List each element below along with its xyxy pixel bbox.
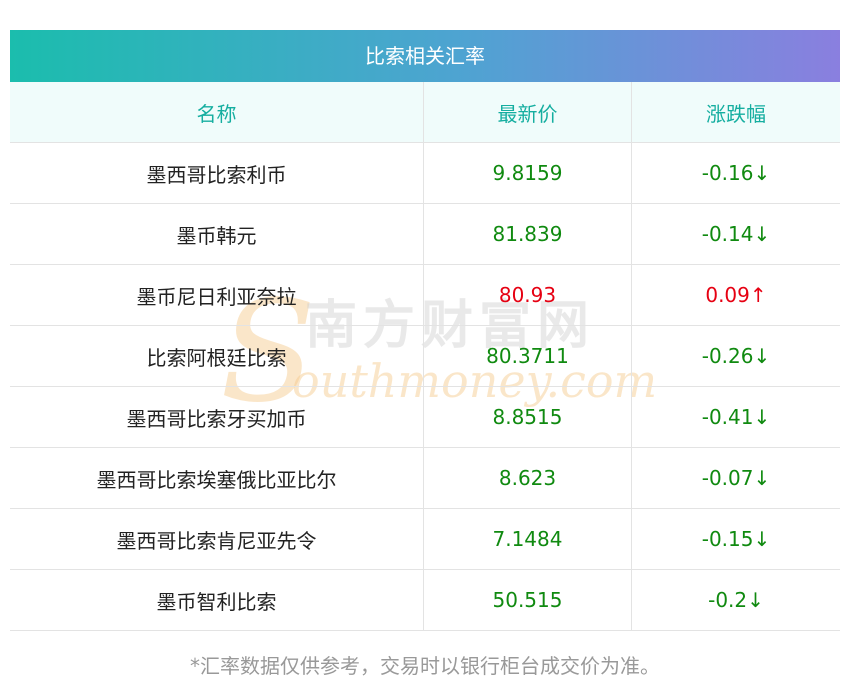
- currency-name: 墨币韩元: [10, 204, 424, 264]
- table-row: 墨西哥比索牙买加币 8.8515 -0.41↓: [10, 387, 840, 448]
- currency-name: 墨币尼日利亚奈拉: [10, 265, 424, 325]
- change-percent: -0.07↓: [701, 466, 771, 490]
- change-percent: -0.41↓: [701, 405, 771, 429]
- latest-price: 81.839: [424, 204, 632, 264]
- change-percent: -0.14↓: [701, 222, 771, 246]
- currency-name: 墨西哥比索埃塞俄比亚比尔: [10, 448, 424, 508]
- latest-price: 8.8515: [424, 387, 632, 447]
- table-row: 墨币尼日利亚奈拉 80.93 0.09↑: [10, 265, 840, 326]
- currency-name: 比索阿根廷比索: [10, 326, 424, 386]
- change-percent: 0.09↑: [705, 283, 767, 307]
- table-title: 比索相关汇率: [10, 30, 840, 82]
- change-percent: -0.15↓: [701, 527, 771, 551]
- currency-name: 墨西哥比索牙买加币: [10, 387, 424, 447]
- latest-price: 50.515: [424, 570, 632, 630]
- table-row: 墨币智利比索 50.515 -0.2↓: [10, 570, 840, 631]
- currency-name: 墨西哥比索肯尼亚先令: [10, 509, 424, 569]
- latest-price: 8.623: [424, 448, 632, 508]
- table-row: 墨西哥比索肯尼亚先令 7.1484 -0.15↓: [10, 509, 840, 570]
- currency-name: 墨西哥比索利币: [10, 143, 424, 203]
- table-row: 比索阿根廷比索 80.3711 -0.26↓: [10, 326, 840, 387]
- table-row: 墨西哥比索利币 9.8159 -0.16↓: [10, 143, 840, 204]
- header-price: 最新价: [424, 82, 632, 142]
- latest-price: 80.3711: [424, 326, 632, 386]
- table-header-row: 名称 最新价 涨跌幅: [10, 82, 840, 143]
- latest-price: 80.93: [424, 265, 632, 325]
- header-name: 名称: [10, 82, 424, 142]
- latest-price: 9.8159: [424, 143, 632, 203]
- table-row: 墨币韩元 81.839 -0.14↓: [10, 204, 840, 265]
- currency-name: 墨币智利比索: [10, 570, 424, 630]
- table-row: 墨西哥比索埃塞俄比亚比尔 8.623 -0.07↓: [10, 448, 840, 509]
- header-change: 涨跌幅: [706, 101, 766, 126]
- change-percent: -0.2↓: [708, 588, 764, 612]
- disclaimer-footnote: *汇率数据仅供参考，交易时以银行柜台成交价为准。: [190, 654, 660, 678]
- latest-price: 7.1484: [424, 509, 632, 569]
- exchange-rate-table: 比索相关汇率 名称 最新价 涨跌幅 墨西哥比索利币 9.8159 -0.16↓ …: [10, 30, 840, 631]
- change-percent: -0.16↓: [701, 161, 771, 185]
- change-percent: -0.26↓: [701, 344, 771, 368]
